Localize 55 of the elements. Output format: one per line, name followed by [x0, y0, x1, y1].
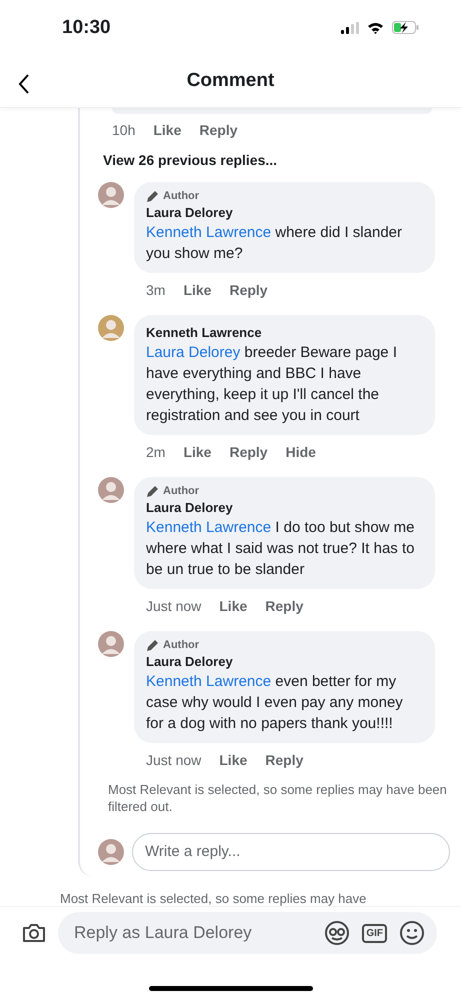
timestamp: Just now	[146, 752, 202, 768]
filter-note: Most Relevant is selected, so some replies may have been filtered out.	[108, 780, 448, 815]
action-link[interactable]: Hide	[286, 444, 316, 460]
timestamp: 10h	[112, 122, 136, 138]
page-title: Comment	[186, 70, 274, 92]
action-link[interactable]: Like	[219, 598, 248, 614]
commenter-name[interactable]: Kenneth Lawrence	[146, 324, 423, 340]
avatar	[98, 314, 124, 341]
comment-text: Kenneth Lawrence I do too but show me where what I said was not true? It has to be un true to be slander	[146, 518, 416, 580]
avatar	[98, 838, 124, 865]
action-link[interactable]: Reply	[265, 752, 304, 768]
camera-icon[interactable]	[22, 923, 46, 944]
author-label: Author	[163, 639, 200, 652]
smiley-icon[interactable]	[399, 920, 425, 946]
mention-link[interactable]: Kenneth Lawrence	[146, 672, 272, 690]
action-link[interactable]: Reply	[229, 282, 268, 298]
sticker-face-icon[interactable]	[324, 920, 350, 946]
wifi-icon	[367, 22, 384, 34]
avatar	[98, 182, 124, 208]
action-link[interactable]: Like	[153, 122, 182, 138]
pencil-icon	[146, 190, 159, 203]
mention-link[interactable]: Kenneth Lawrence	[146, 518, 272, 536]
view-replies-link[interactable]: View 26 previous replies...	[103, 152, 450, 168]
commenter-name[interactable]: Laura Delorey	[146, 654, 423, 669]
pencil-icon	[146, 638, 159, 652]
timestamp: Just now	[146, 598, 202, 614]
timestamp: 2m	[146, 444, 166, 460]
author-label: Author	[163, 190, 200, 202]
action-link[interactable]: Reply	[229, 444, 268, 460]
mention-link[interactable]: Kenneth Lawrence	[146, 224, 272, 241]
battery-charging-icon	[392, 21, 419, 34]
avatar	[98, 476, 124, 503]
pencil-icon	[146, 484, 159, 498]
author-label: Author	[163, 485, 200, 498]
clock: 10:30	[62, 16, 111, 39]
avatar	[98, 630, 124, 657]
action-link[interactable]: Reply	[265, 598, 304, 614]
timestamp: 3m	[146, 282, 166, 298]
back-icon[interactable]	[18, 74, 30, 94]
comment-text: Kenneth Lawrence where did I slander you show me?	[146, 222, 403, 264]
action-link[interactable]: Reply	[199, 122, 238, 138]
mention-link[interactable]: Laura Delorey	[146, 344, 240, 361]
action-link[interactable]: Like	[219, 752, 248, 768]
reply-field[interactable]: Write a reply...	[132, 832, 450, 871]
home-indicator[interactable]	[148, 986, 312, 991]
action-link[interactable]: Like	[183, 282, 212, 298]
signal-icon	[341, 22, 359, 34]
action-link[interactable]: Like	[183, 444, 212, 460]
filter-note: Most Relevant is selected, so some replies may have	[60, 890, 368, 906]
commenter-name[interactable]: Laura Delorey	[146, 204, 423, 220]
comment-text: Laura Delorey breeder Beware page I have everything and BBC I have everything, keep it up I'll cancel the registration and see you in court	[146, 342, 398, 426]
comment-field[interactable]: Reply as Laura Delorey GIF	[58, 912, 437, 954]
commenter-name[interactable]: Laura Delorey	[146, 500, 423, 515]
comment-text: Kenneth Lawrence even better for my case why would I even pay any money for a dog with no papers thank you!!!!	[146, 672, 404, 734]
gif-button[interactable]: GIF	[362, 924, 387, 943]
